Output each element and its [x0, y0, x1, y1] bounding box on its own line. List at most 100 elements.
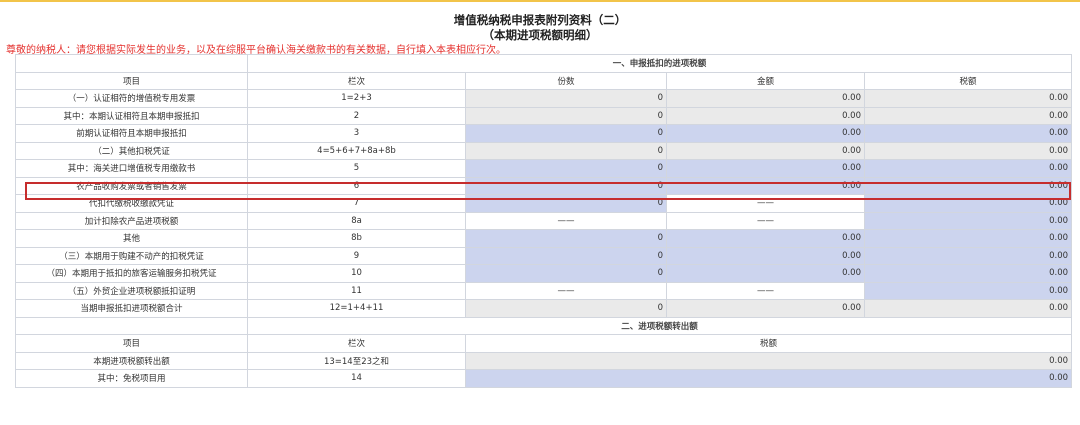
column-header-tax: 税额: [863, 71, 1073, 90]
count-input[interactable]: 0: [465, 176, 667, 195]
count-input[interactable]: 0: [465, 124, 667, 143]
amount-input[interactable]: 0.00: [666, 176, 865, 195]
row-label: 加计扣除农产品进项税额: [15, 211, 248, 230]
tax-input[interactable]: 0.00: [863, 281, 1073, 300]
table-row: 其他 8b 0 0.00 0.00: [15, 229, 1073, 248]
table-row: 加计扣除农产品进项税额 8a —— —— 0.00: [15, 211, 1073, 230]
tax-input[interactable]: 0.00: [464, 369, 1073, 388]
amount-cell: 0.00: [666, 141, 865, 160]
row-label: 其他: [15, 229, 248, 248]
tax-input[interactable]: 0.00: [863, 211, 1073, 230]
row-label: 当期申报抵扣进项税额合计: [15, 299, 248, 318]
count-input[interactable]: 0: [465, 246, 667, 265]
row-code: 14: [247, 369, 466, 388]
tax-cell: 0.00: [863, 141, 1073, 160]
amount-cell: 0.00: [666, 89, 865, 108]
row-code: 10: [247, 264, 466, 283]
amount-input[interactable]: 0.00: [666, 159, 865, 178]
row-label: 农产品收购发票或者销售发票: [15, 176, 248, 195]
count-cell: 0: [465, 299, 667, 318]
section2-title: 二、进项税额转出额: [246, 316, 1073, 335]
row-label: 其中：海关进口增值税专用缴款书: [15, 159, 248, 178]
count-cell: 0: [465, 89, 667, 108]
table-row: （四）本期用于抵扣的旅客运输服务扣税凭证 10 0 0.00 0.00: [15, 264, 1073, 283]
section2-header-row: 二、进项税额转出额: [15, 316, 1073, 335]
tax-cell: 0.00: [464, 351, 1073, 370]
row-label: 其中：免税项目用: [15, 369, 248, 388]
row-label: 本期进项税额转出额: [15, 351, 248, 370]
amount-input[interactable]: 0.00: [666, 246, 865, 265]
count-input[interactable]: 0: [465, 159, 667, 178]
row-code: 12=1+4+11: [247, 299, 466, 318]
row-code: 13=14至23之和: [247, 351, 466, 370]
row-code: 9: [247, 246, 466, 265]
row-label: 其中：本期认证相符且本期申报抵扣: [15, 106, 248, 125]
table-row: 代扣代缴税收缴款凭证 7 0 —— 0.00: [15, 194, 1073, 213]
row-code: 8b: [247, 229, 466, 248]
column-header-amount: 金额: [666, 71, 865, 90]
amount-input[interactable]: 0.00: [666, 264, 865, 283]
table-row: 其中：免税项目用 14 0.00: [15, 369, 1073, 388]
row-code: 11: [247, 281, 466, 300]
row-label: （三）本期用于购建不动产的扣税凭证: [15, 246, 248, 265]
tax-input[interactable]: 0.00: [863, 176, 1073, 195]
dash-cell: ——: [666, 281, 865, 300]
row-code: 3: [247, 124, 466, 143]
section1-column-headers: 项目 栏次 份数 金额 税额: [15, 71, 1073, 90]
amount-cell: 0.00: [666, 299, 865, 318]
row-code: 5: [247, 159, 466, 178]
tax-input[interactable]: 0.00: [863, 194, 1073, 213]
table-row: 其中：海关进口增值税专用缴款书 5 0 0.00 0.00: [15, 159, 1073, 178]
top-accent-line: [0, 0, 1080, 2]
row-label: 前期认证相符且本期申报抵扣: [15, 124, 248, 143]
count-cell: 0: [465, 106, 667, 125]
column-header-item: 项目: [15, 334, 248, 353]
dash-cell: ——: [465, 281, 667, 300]
column-header-count: 份数: [465, 71, 667, 90]
dash-cell: ——: [666, 211, 865, 230]
form-title: 增值税纳税申报表附列资料（二）: [453, 13, 627, 27]
tax-input[interactable]: 0.00: [863, 159, 1073, 178]
tax-input[interactable]: 0.00: [863, 264, 1073, 283]
table-row: 其中：本期认证相符且本期申报抵扣 2 0 0.00 0.00: [15, 106, 1073, 125]
count-input[interactable]: 0: [465, 229, 667, 248]
row-code: 7: [247, 194, 466, 213]
count-input[interactable]: 0: [465, 194, 667, 213]
table-row: 前期认证相符且本期申报抵扣 3 0 0.00 0.00: [15, 124, 1073, 143]
table-row: （三）本期用于购建不动产的扣税凭证 9 0 0.00 0.00: [15, 246, 1073, 265]
table-row-total: 当期申报抵扣进项税额合计 12=1+4+11 0 0.00 0.00: [15, 299, 1073, 318]
amount-cell: 0.00: [666, 106, 865, 125]
count-input[interactable]: 0: [465, 264, 667, 283]
row-code: 2: [247, 106, 466, 125]
dash-cell: ——: [465, 211, 667, 230]
column-header-code: 栏次: [247, 334, 466, 353]
count-cell: 0: [465, 141, 667, 160]
tax-cell: 0.00: [863, 89, 1073, 108]
amount-input[interactable]: 0.00: [666, 124, 865, 143]
table-row: （五）外贸企业进项税额抵扣证明 11 —— —— 0.00: [15, 281, 1073, 300]
table-row-highlighted: 农产品收购发票或者销售发票 6 0 0.00 0.00: [15, 176, 1073, 195]
amount-input[interactable]: 0.00: [666, 229, 865, 248]
row-label: （一）认证相符的增值税专用发票: [15, 89, 248, 108]
row-label: （二）其他扣税凭证: [15, 141, 248, 160]
tax-cell: 0.00: [863, 299, 1073, 318]
column-header-tax: 税额: [464, 334, 1073, 353]
blank-cell: [15, 54, 248, 73]
column-header-item: 项目: [15, 71, 248, 90]
tax-input[interactable]: 0.00: [863, 246, 1073, 265]
tax-cell: 0.00: [863, 106, 1073, 125]
table-row: 本期进项税额转出额 13=14至23之和 0.00: [15, 351, 1073, 370]
row-code: 4=5+6+7+8a+8b: [247, 141, 466, 160]
row-label: （四）本期用于抵扣的旅客运输服务扣税凭证: [15, 264, 248, 283]
dash-cell: ——: [666, 194, 865, 213]
tax-input[interactable]: 0.00: [863, 229, 1073, 248]
row-label: （五）外贸企业进项税额抵扣证明: [15, 281, 248, 300]
table-row: （二）其他扣税凭证 4=5+6+7+8a+8b 0 0.00 0.00: [15, 141, 1073, 160]
section2-column-headers: 项目 栏次 税额: [15, 334, 1073, 353]
blank-cell: [15, 316, 248, 335]
section1-header-row: 一、申报抵扣的进项税额: [15, 54, 1073, 73]
tax-input[interactable]: 0.00: [863, 124, 1073, 143]
row-code: 1=2+3: [247, 89, 466, 108]
column-header-code: 栏次: [247, 71, 466, 90]
declaration-table: 一、申报抵扣的进项税额 项目 栏次 份数 金额 税额 （一）认证相符的增值税专用…: [15, 54, 1073, 388]
